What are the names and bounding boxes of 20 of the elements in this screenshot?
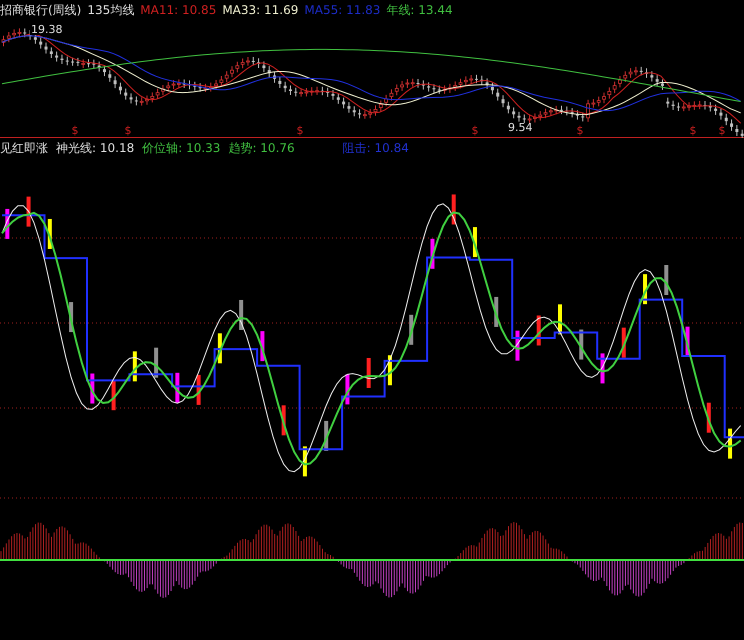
signal-mark: $ [576, 124, 584, 137]
signal-mark: $ [472, 124, 478, 137]
indicator-label: 趋势: 10.76 [228, 142, 295, 154]
indicator-label: MA55: 11.83 [304, 4, 380, 16]
indicator-label: 神光线: 10.18 [56, 142, 134, 154]
signal-mark: $ [718, 124, 726, 137]
signal-mark: $ [72, 124, 78, 137]
indicator-label: 年线: 13.44 [386, 4, 453, 16]
signal-mark: $ [124, 124, 132, 137]
indicator-label: MA11: 10.85 [140, 4, 216, 16]
indicator-label: MA33: 11.69 [222, 4, 298, 16]
signal-mark: $ [690, 124, 696, 137]
low-price-label: 9.54 [508, 122, 532, 133]
high-price-label: 19.38 [30, 24, 64, 35]
indicator-label: 招商银行(周线) [0, 4, 82, 16]
signal-mark: $ [296, 124, 304, 137]
indicator-label: 价位轴: 10.33 [142, 142, 220, 154]
indicator-label: 135均线 [87, 4, 134, 16]
indicator-label: 阻击: 10.84 [342, 142, 409, 154]
indicator-label: 见红即涨 [0, 142, 48, 154]
